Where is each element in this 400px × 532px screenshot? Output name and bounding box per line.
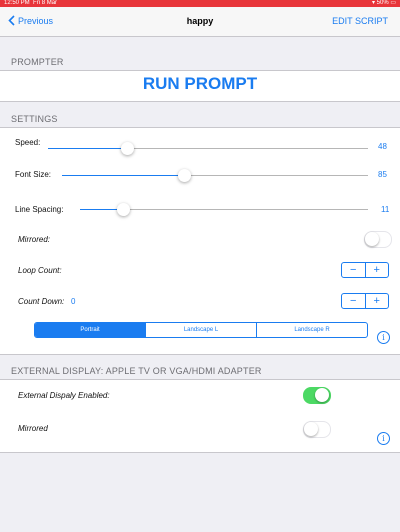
font-size-value: 85 [378,170,387,179]
speed-value: 48 [378,142,387,151]
external-mirrored-label: Mirrored [18,424,48,433]
line-spacing-slider[interactable] [80,203,368,216]
font-size-slider-fill [62,175,179,176]
loop-count-stepper[interactable]: − + [341,262,389,278]
line-spacing-slider-thumb[interactable] [117,203,130,216]
count-down-label: Count Down: [18,297,65,306]
segment-landscape-l[interactable]: Landscape L [145,323,256,337]
line-spacing-value: 11 [381,205,390,214]
external-display-enabled-toggle[interactable] [303,387,331,404]
navigation-bar: Previous happy EDIT SCRIPT [0,7,400,37]
status-bar: 12:50 PM Fri 8 Mar ▾ 50% ▭ [0,0,400,7]
speed-slider-fill [48,148,128,149]
count-down-value: 0 [71,297,76,306]
run-prompt-button[interactable]: RUN PROMPT [0,74,400,94]
count-down-stepper[interactable]: − + [341,293,389,309]
battery-icon: ▭ [390,0,396,6]
mirrored-label: Mirrored: [18,235,51,244]
line-spacing-label: Line Spacing: [15,205,64,214]
count-down-decrement-button[interactable]: − [342,294,365,308]
font-size-label: Font Size: [15,170,52,179]
speed-label: Speed: [15,138,41,147]
orientation-segmented-control[interactable]: Portrait Landscape L Landscape R [34,322,368,338]
external-mirrored-toggle[interactable] [303,421,331,438]
font-size-slider[interactable] [62,169,368,182]
status-time-date: 12:50 PM Fri 8 Mar [4,0,57,7]
status-date: Fri 8 Mar [33,0,58,6]
settings-panel [0,127,400,355]
prompter-section-header: PROMPTER [11,57,64,67]
external-display-enabled-label: External Dispaly Enabled: [18,391,110,400]
mirrored-toggle[interactable] [364,231,392,248]
settings-info-icon[interactable]: i [377,331,390,344]
segment-portrait[interactable]: Portrait [35,323,145,337]
external-display-enabled-toggle-knob [315,388,329,402]
font-size-slider-thumb[interactable] [178,169,191,182]
battery-percent: 50% [376,0,389,6]
external-info-icon[interactable]: i [377,432,390,445]
status-time: 12:50 PM [4,0,30,6]
loop-count-label: Loop Count: [18,266,62,275]
settings-section-header: SETTINGS [11,114,58,124]
mirrored-toggle-knob [365,232,379,246]
edit-script-button[interactable]: EDIT SCRIPT [332,16,388,26]
loop-count-decrement-button[interactable]: − [342,263,365,277]
wifi-icon: ▾ [371,0,375,6]
loop-count-increment-button[interactable]: + [364,263,389,277]
external-display-section-header: EXTERNAL DISPLAY: APPLE TV OR VGA/HDMI A… [11,366,262,376]
segment-landscape-r[interactable]: Landscape R [256,323,367,337]
count-down-increment-button[interactable]: + [364,294,389,308]
external-mirrored-toggle-knob [304,422,318,436]
speed-slider[interactable] [48,142,368,155]
speed-slider-thumb[interactable] [121,142,134,155]
status-battery: ▾ 50% ▭ [372,0,396,7]
